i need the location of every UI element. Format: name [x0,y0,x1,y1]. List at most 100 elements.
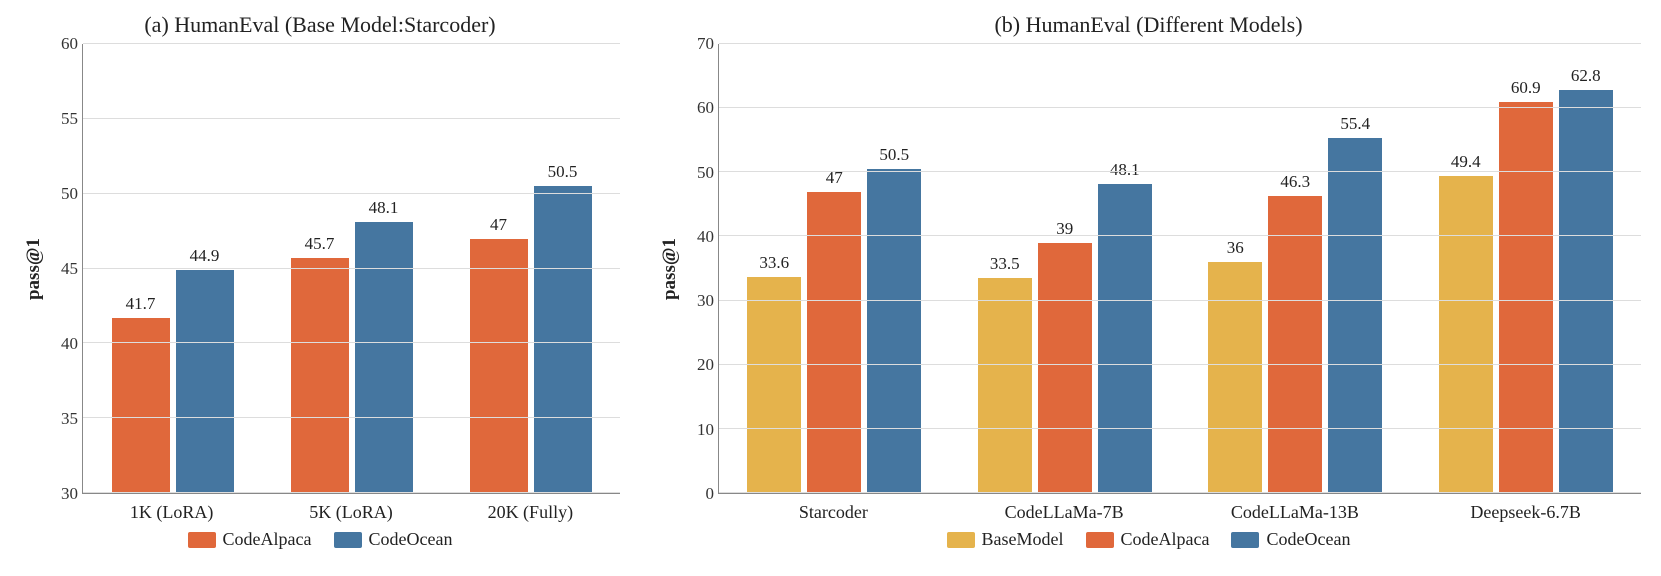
gridline [719,492,1641,493]
bar-value-label: 46.3 [1280,172,1310,192]
legend-swatch [1231,532,1259,548]
bar: 33.6 [747,253,801,493]
bar-group: 33.53948.1 [950,44,1181,493]
chart-b-plot: 33.64750.533.53948.13646.355.449.460.962… [718,44,1641,494]
gridline [83,193,620,194]
bar-rect [112,318,170,493]
bar-value-label: 47 [490,215,507,235]
chart-b-legend: BaseModelCodeAlpacaCodeOcean [656,529,1641,550]
bar-group: 47 50.5 [441,44,620,493]
bar-rect [1098,184,1152,493]
gridline [719,364,1641,365]
bar-rect [1268,196,1322,493]
gridline [83,268,620,269]
legend-label: CodeAlpaca [223,529,312,550]
legend-label: CodeAlpaca [1121,529,1210,550]
legend-item: CodeAlpaca [188,529,312,550]
chart-a-ylabel: pass@1 [23,238,45,300]
ytick-label: 40 [61,334,78,354]
chart-a-yticks: 30354045505560 [48,44,82,494]
bar: 45.7 [291,234,349,493]
bar-rect [1559,90,1613,493]
bar-value-label: 55.4 [1340,114,1370,134]
bar: 48.1 [1098,160,1152,493]
chart-a-legend: CodeAlpaca CodeOcean [20,529,620,550]
charts-row: (a) HumanEval (Base Model:Starcoder) pas… [20,12,1641,550]
ytick-label: 55 [61,109,78,129]
bar-rect [867,169,921,493]
ytick-label: 30 [61,484,78,504]
ytick-label: 70 [697,34,714,54]
bar-value-label: 45.7 [305,234,335,254]
bar-group: 45.7 48.1 [262,44,441,493]
ytick-label: 50 [697,163,714,183]
legend-swatch [188,532,216,548]
bar-rect [807,192,861,493]
ytick-label: 60 [61,34,78,54]
bar-rect [1499,102,1553,493]
bar-rect [1038,243,1092,493]
chart-a: (a) HumanEval (Base Model:Starcoder) pas… [20,12,620,550]
bar: 41.7 [112,294,170,493]
bar: 60.9 [1499,78,1553,493]
bar-group: 36 46.3 55.4 [1180,44,1411,493]
xtick-label: 1K (LoRA) [82,494,261,523]
legend-label: CodeOcean [369,529,453,550]
ytick-label: 40 [697,227,714,247]
bar: 62.8 [1559,66,1613,493]
gridline [83,118,620,119]
bar: 36 [1208,238,1262,493]
xtick-label: 5K (LoRA) [261,494,440,523]
bar: 33.5 [978,254,1032,493]
gridline [719,43,1641,44]
xtick-label: Deepseek-6.7B [1410,494,1641,523]
gridline [83,342,620,343]
gridline [83,492,620,493]
chart-b-plot-outer: pass@1 010203040506070 33.64750.533.5394… [656,44,1641,494]
legend-item: CodeOcean [334,529,453,550]
bar-value-label: 48.1 [369,198,399,218]
bar-group: 41.7 44.9 [83,44,262,493]
xtick-label: 20K (Fully) [441,494,620,523]
bar-value-label: 41.7 [126,294,156,314]
chart-b-title: (b) HumanEval (Different Models) [656,12,1641,38]
bar: 48.1 [355,198,413,493]
bar: 49.4 [1439,152,1493,493]
chart-b-xlabels: StarcoderCodeLLaMa-7BCodeLLaMa-13BDeepse… [718,494,1641,523]
gridline [719,300,1641,301]
chart-a-title: (a) HumanEval (Base Model:Starcoder) [20,12,620,38]
bar: 39 [1038,219,1092,493]
bar-value-label: 60.9 [1511,78,1541,98]
bar-rect [747,277,801,493]
gridline [719,235,1641,236]
bar-value-label: 44.9 [190,246,220,266]
bar: 50.5 [534,162,592,493]
legend-swatch [334,532,362,548]
chart-a-plot-outer: pass@1 30354045505560 41.744.945.748.147… [20,44,620,494]
bar: 47 [807,168,861,493]
gridline [83,417,620,418]
bar: 44.9 [176,246,234,493]
gridline [719,428,1641,429]
ytick-label: 20 [697,355,714,375]
legend-swatch [1086,532,1114,548]
ytick-label: 10 [697,420,714,440]
xtick-label: CodeLLaMa-13B [1180,494,1411,523]
chart-b-yticks: 010203040506070 [684,44,718,494]
bar-rect [355,222,413,493]
bar-rect [291,258,349,493]
xtick-label: CodeLLaMa-7B [949,494,1180,523]
bar: 50.5 [867,145,921,493]
ytick-label: 45 [61,259,78,279]
chart-b: (b) HumanEval (Different Models) pass@1 … [656,12,1641,550]
bar-rect [1439,176,1493,493]
bar-rect [1328,138,1382,493]
legend-label: CodeOcean [1266,529,1350,550]
bar-value-label: 33.6 [759,253,789,273]
bar-rect [978,278,1032,493]
ytick-label: 50 [61,184,78,204]
bar-value-label: 50.5 [548,162,578,182]
bar-rect [470,239,528,493]
bar-value-label: 62.8 [1571,66,1601,86]
bar-rect [1208,262,1262,493]
